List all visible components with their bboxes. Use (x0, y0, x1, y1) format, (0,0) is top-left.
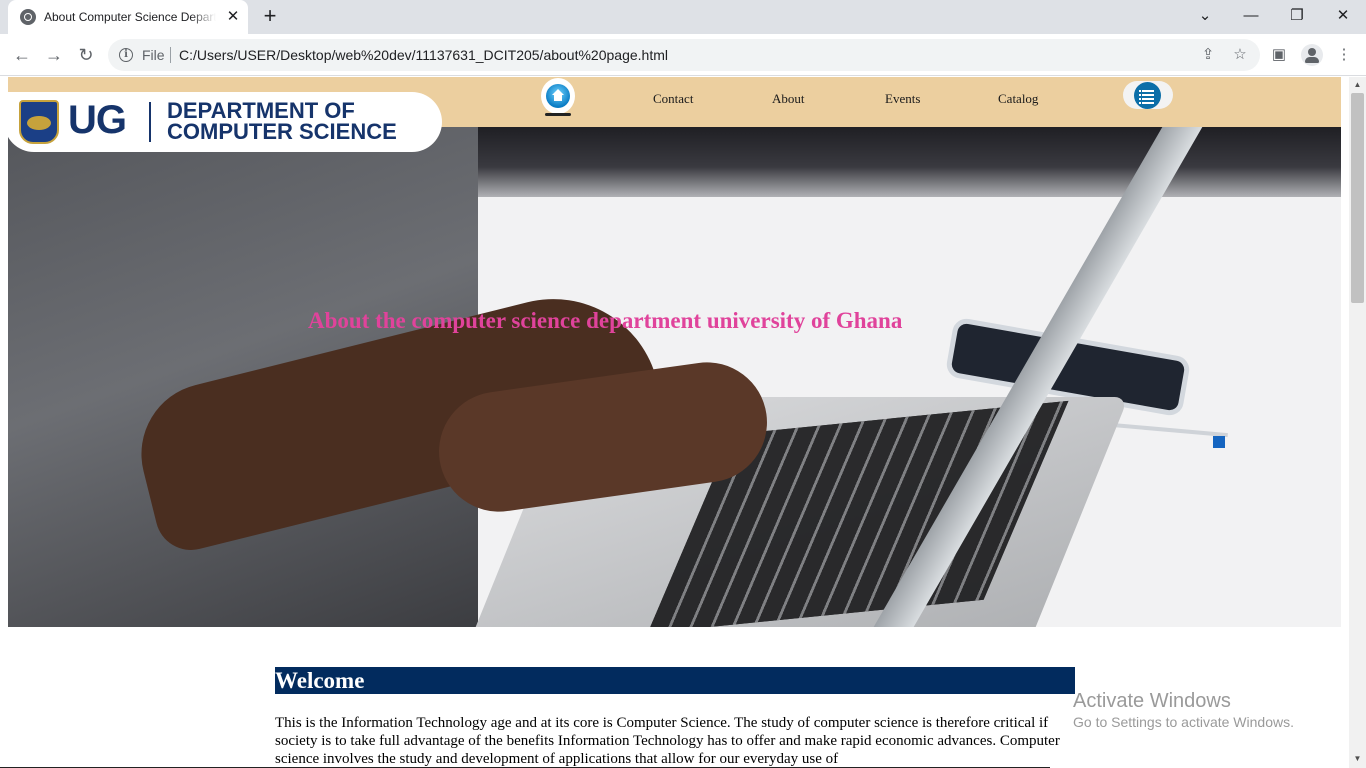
back-button[interactable]: ← (10, 43, 34, 67)
nav-link-catalog[interactable]: Catalog (998, 91, 1038, 107)
scroll-thumb[interactable] (1351, 93, 1364, 303)
logo-divider (149, 102, 151, 142)
logo-abbreviation: UG (68, 98, 127, 142)
tab-title: About Computer Science Department (44, 10, 216, 24)
home-icon (546, 84, 570, 108)
nav-link-about[interactable]: About (772, 91, 805, 107)
new-tab-button[interactable]: + (258, 4, 282, 28)
profile-avatar[interactable] (1301, 44, 1323, 66)
url-text[interactable]: C:/Users/USER/Desktop/web%20dev/11137631… (179, 47, 668, 63)
side-panel-icon[interactable]: ▣ (1268, 44, 1290, 66)
address-bar[interactable]: i File C:/Users/USER/Desktop/web%20dev/1… (108, 39, 1260, 71)
divider (170, 47, 171, 63)
info-icon[interactable]: i (119, 48, 133, 62)
watermark-title: Activate Windows (1073, 690, 1231, 712)
welcome-heading-bar: Welcome (275, 667, 1075, 694)
globe-icon (20, 9, 36, 25)
tab-close-icon[interactable]: ✕ (224, 8, 242, 26)
list-icon (1134, 82, 1161, 109)
bookmark-star-icon[interactable]: ☆ (1230, 45, 1250, 65)
browser-tab[interactable]: About Computer Science Department ✕ (8, 0, 248, 34)
hero-photo-pen-cap (1213, 436, 1225, 448)
restore-button[interactable]: ❐ (1285, 4, 1309, 28)
page-scrollbar[interactable]: ▲ ▼ (1349, 77, 1366, 768)
menu-toggle-button[interactable] (1123, 81, 1173, 109)
scroll-up-arrow-icon[interactable]: ▲ (1349, 78, 1366, 92)
logo-department-name: DEPARTMENT OF COMPUTER SCIENCE (167, 98, 397, 144)
logo-line-2: COMPUTER SCIENCE (167, 119, 397, 144)
browser-menu-icon[interactable]: ⋮ (1333, 44, 1355, 66)
url-scheme-label: File (142, 47, 165, 63)
nav-link-events[interactable]: Events (885, 91, 920, 107)
logo-line-1: DEPARTMENT OF (167, 98, 355, 123)
nav-link-contact[interactable]: Contact (653, 91, 693, 107)
browser-tab-strip: About Computer Science Department ✕ + ⌄ … (0, 0, 1366, 34)
home-link[interactable] (541, 78, 575, 114)
minimize-button[interactable]: — (1239, 4, 1263, 28)
reload-button[interactable]: ↻ (74, 43, 98, 67)
department-logo[interactable]: UG DEPARTMENT OF COMPUTER SCIENCE (4, 92, 442, 152)
university-crest-icon (19, 100, 59, 144)
scroll-down-arrow-icon[interactable]: ▼ (1349, 752, 1366, 766)
browser-toolbar: ← → ↻ i File C:/Users/USER/Desktop/web%2… (0, 34, 1366, 76)
close-window-button[interactable]: ✕ (1331, 4, 1355, 28)
tab-search-chevron-icon[interactable]: ⌄ (1193, 4, 1217, 28)
activate-windows-watermark: Activate Windows Go to Settings to activ… (1073, 689, 1294, 731)
forward-button[interactable]: → (42, 43, 66, 67)
page-viewport: About the computer science department un… (0, 77, 1349, 768)
home-link-underline (545, 113, 571, 116)
watermark-subtitle: Go to Settings to activate Windows. (1073, 714, 1294, 730)
hero-banner: About the computer science department un… (8, 127, 1341, 627)
welcome-heading: Welcome (275, 668, 365, 693)
welcome-paragraph: This is the Information Technology age a… (275, 715, 1060, 767)
share-icon[interactable]: ⇪ (1198, 45, 1218, 65)
hero-title: About the computer science department un… (308, 308, 903, 333)
